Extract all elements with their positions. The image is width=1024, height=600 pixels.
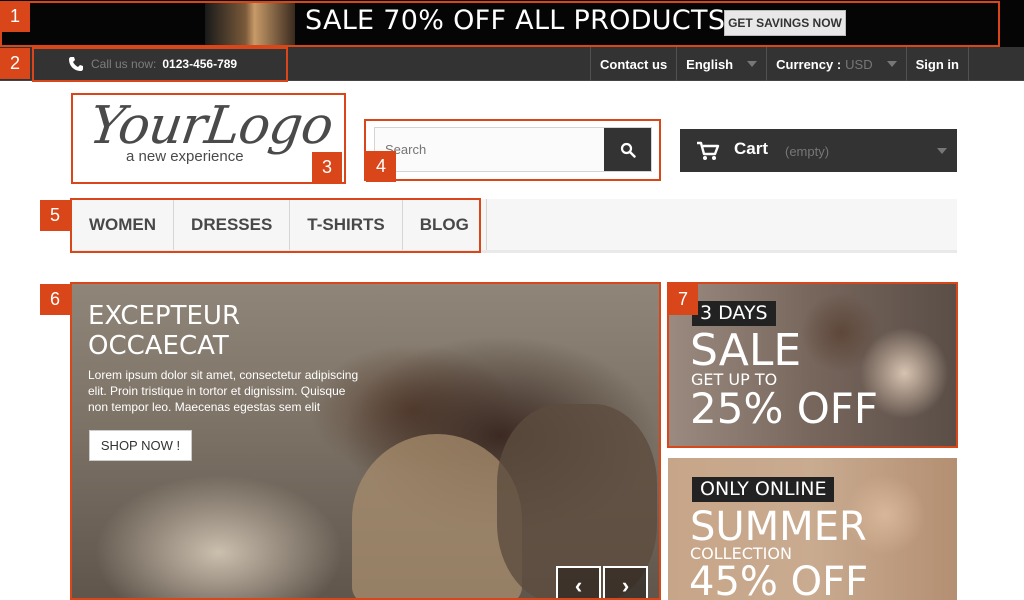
top-nav-links: Contact us English Currency : USD Sign i… [590, 47, 969, 81]
annotation-badge: 1 [0, 1, 30, 32]
search-input[interactable] [375, 128, 605, 171]
banner-headline: SUMMER [690, 504, 867, 550]
slider-prev-button[interactable]: ‹ [556, 566, 601, 600]
menu-item-women[interactable]: WOMEN [72, 199, 175, 250]
currency-selector[interactable]: Currency : USD [766, 47, 905, 81]
slide-description: Lorem ipsum dolor sit amet, consectetur … [88, 368, 359, 414]
annotation-badge: 3 [312, 152, 342, 183]
annotation-badge: 4 [366, 151, 396, 182]
banner-headline: SALE [690, 325, 802, 376]
search-icon [620, 142, 636, 158]
chevron-down-icon [937, 148, 947, 154]
menu-item-blog[interactable]: BLOG [403, 199, 487, 250]
menu-item-dresses[interactable]: DRESSES [174, 199, 291, 250]
language-selector[interactable]: English [676, 47, 766, 81]
summer-collection-banner[interactable]: ONLY ONLINE SUMMER COLLECTION 45% OFF [668, 458, 957, 600]
top-nav-bar: Call us now: 0123-456-789 Contact us Eng… [0, 47, 1024, 81]
promo-text: SALE 70% OFF ALL PRODUCTS [305, 5, 726, 36]
annotation-badge: 7 [668, 284, 698, 315]
phone-icon [69, 57, 83, 71]
menu-item-t-shirts[interactable]: T-SHIRTS [290, 199, 403, 250]
banner-discount: 45% OFF [689, 559, 869, 600]
slider-next-button[interactable]: › [603, 566, 648, 600]
slide-title-line: OCCAECAT [88, 331, 229, 361]
main-menu: WOMEN DRESSES T-SHIRTS BLOG [72, 199, 487, 250]
search-button[interactable] [604, 128, 651, 171]
homepage-slider[interactable]: EXCEPTEUR OCCAECAT Lorem ipsum dolor sit… [72, 284, 659, 600]
cart-status: (empty) [785, 144, 830, 159]
call-label: Call us now: [91, 57, 157, 71]
phone-number[interactable]: 0123-456-789 [162, 57, 237, 71]
cart-label: Cart [734, 139, 769, 158]
cart-icon [697, 141, 720, 160]
slide-title: EXCEPTEUR OCCAECAT [88, 301, 240, 361]
annotation-badge: 5 [40, 200, 70, 231]
chevron-down-icon [747, 61, 758, 67]
logo-tagline: a new experience [126, 148, 244, 165]
banner-discount: 25% OFF [690, 384, 879, 433]
sign-in-link[interactable]: Sign in [905, 47, 969, 81]
search-box [374, 127, 652, 172]
currency-value: USD [845, 56, 873, 72]
promo-model-image [205, 1, 295, 45]
language-value: English [686, 56, 734, 72]
cart-button[interactable]: Cart (empty) [680, 129, 957, 172]
slide-title-line: EXCEPTEUR [88, 301, 241, 331]
banner-tag: 3 DAYS [692, 301, 776, 326]
shop-page: SALE 70% OFF ALL PRODUCTS GET SAVINGS NO… [0, 0, 1024, 600]
logo-text: YourLogo [85, 96, 337, 156]
contact-us-link[interactable]: Contact us [590, 47, 676, 81]
phone-info: Call us now: 0123-456-789 [68, 56, 237, 72]
sale-banner[interactable]: 3 DAYS SALE GET UP TO 25% OFF [669, 284, 956, 446]
currency-label: Currency : [776, 56, 842, 72]
annotation-badge: 6 [40, 284, 70, 315]
get-savings-button[interactable]: GET SAVINGS NOW [724, 10, 846, 36]
banner-tag: ONLY ONLINE [692, 477, 835, 502]
annotation-badge: 2 [0, 48, 30, 79]
site-logo[interactable]: YourLogo a new experience [72, 94, 344, 182]
promo-banner[interactable]: SALE 70% OFF ALL PRODUCTS GET SAVINGS NO… [0, 0, 1024, 47]
shop-now-button[interactable]: SHOP NOW ! [89, 430, 192, 461]
chevron-down-icon [886, 61, 897, 67]
